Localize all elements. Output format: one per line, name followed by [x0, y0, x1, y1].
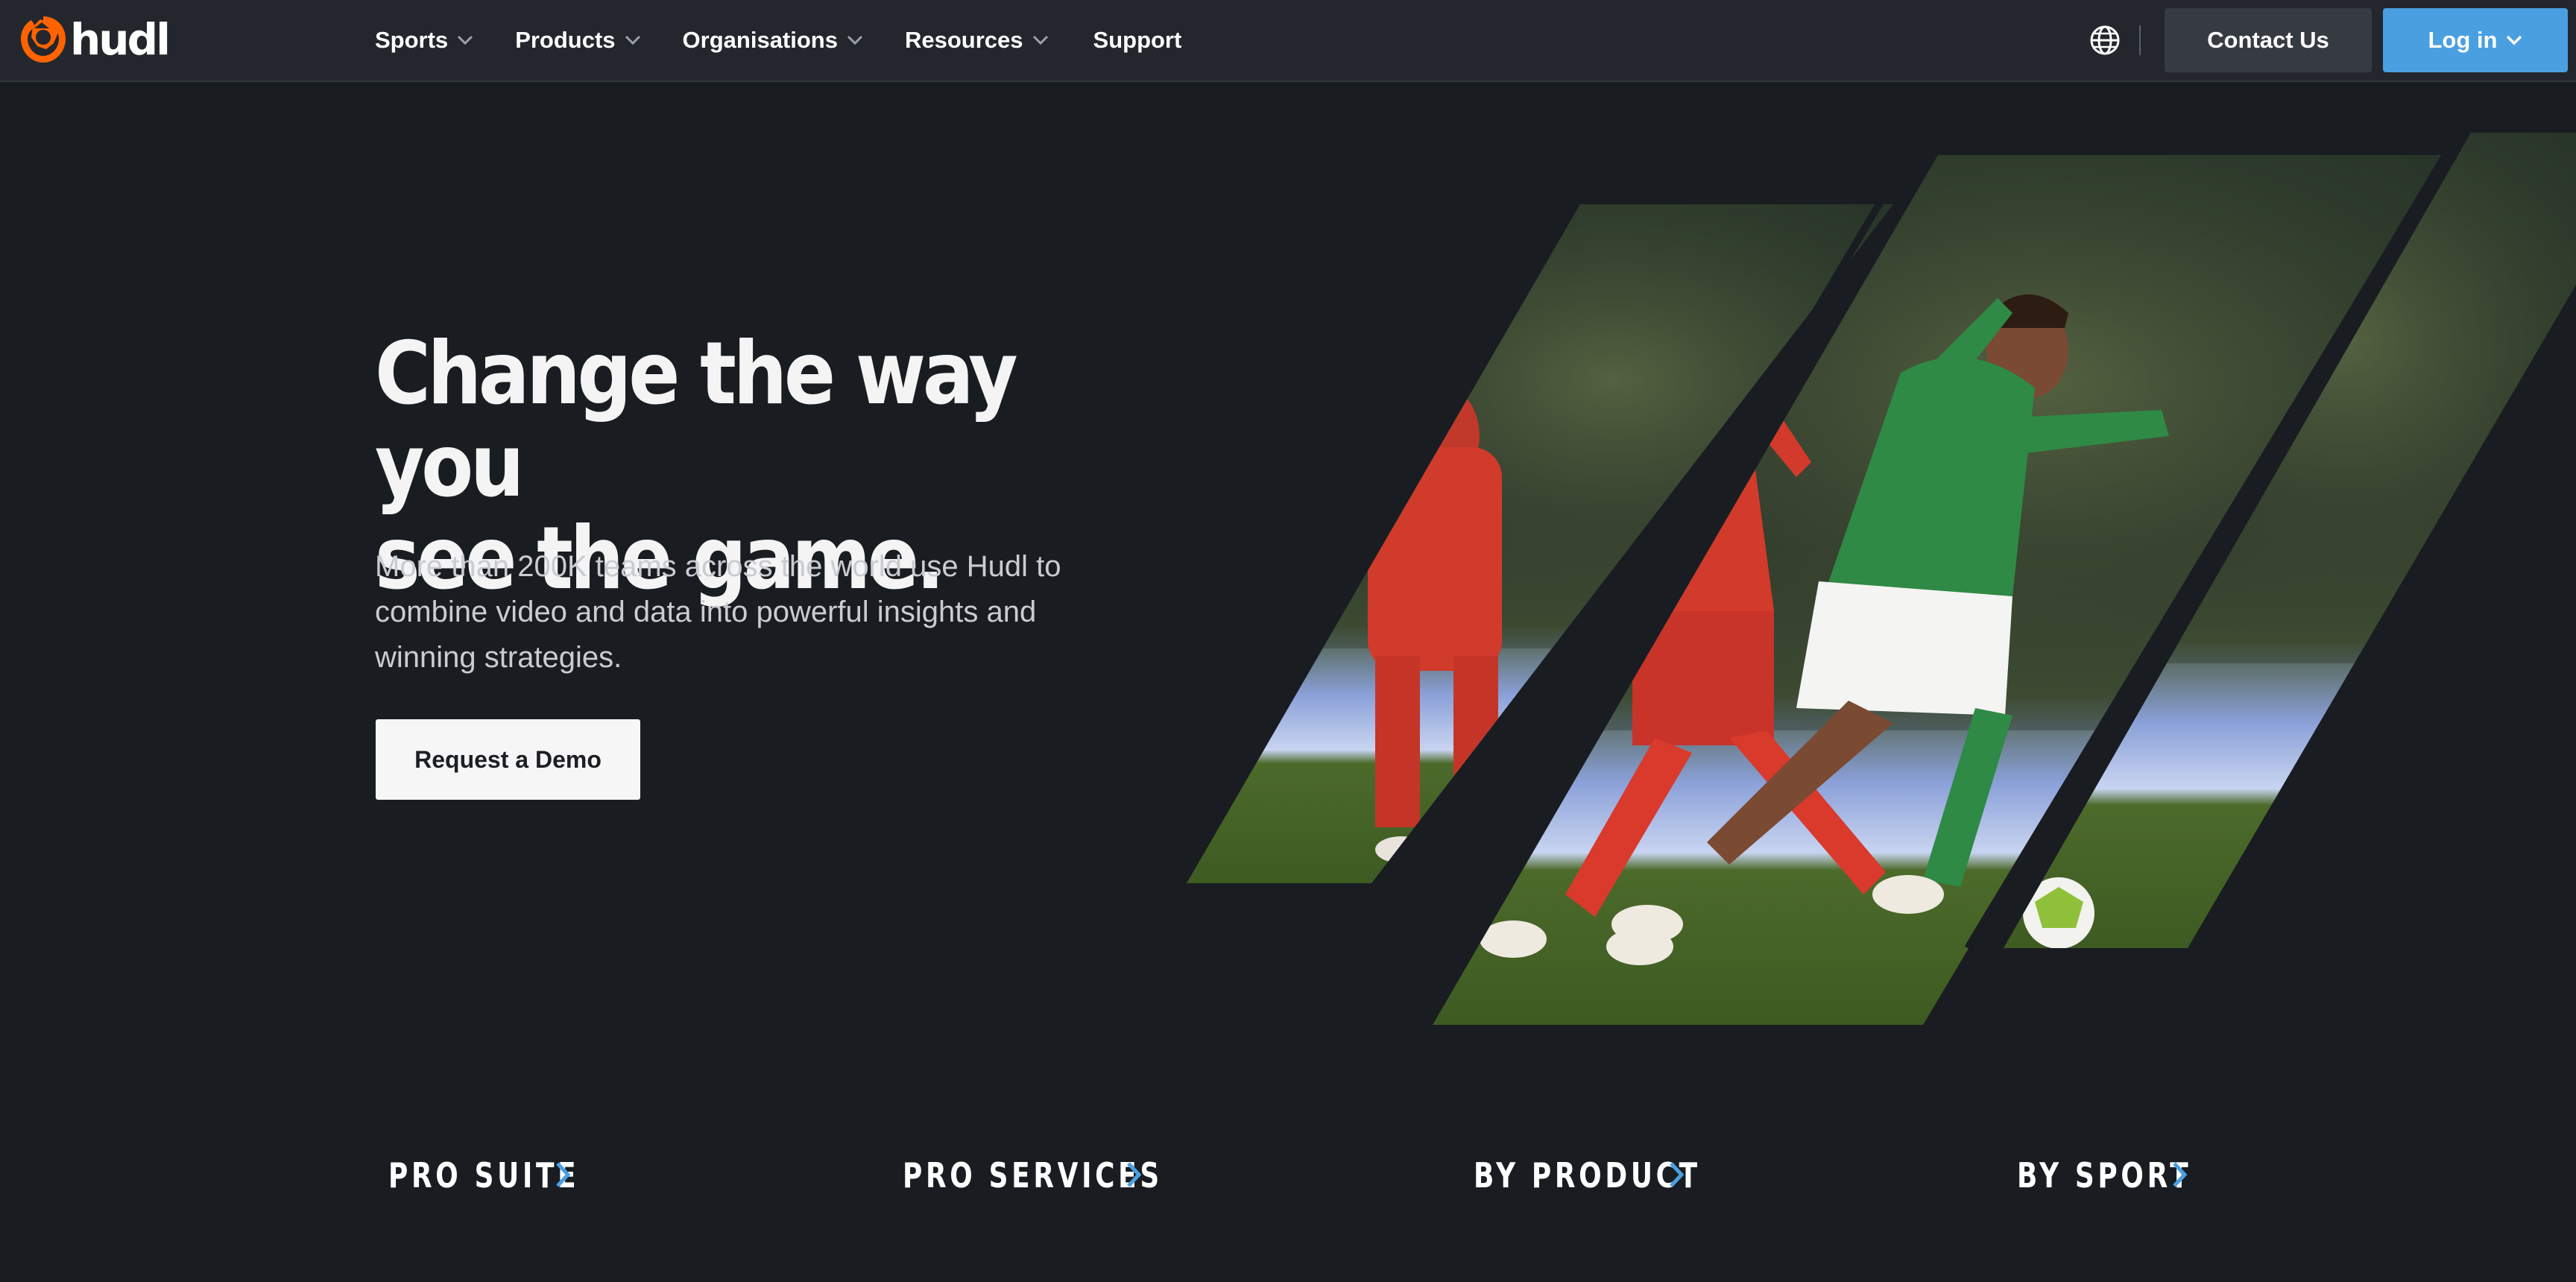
hero-subtitle: More than 200K teams across the world us… [375, 550, 1061, 674]
chevron-down-icon [2507, 35, 2522, 45]
chevron-right-icon [1670, 1162, 1685, 1187]
nav-divider [2139, 25, 2141, 55]
nav-item-sports[interactable]: Sports [375, 27, 473, 54]
hudl-wordmark: hudl [70, 14, 171, 65]
top-navbar: hudl Sports Products Organisations Resou… [0, 0, 2576, 82]
nav-item-resources[interactable]: Resources [905, 27, 1049, 54]
request-demo-label: Request a Demo [414, 745, 602, 773]
hero-title-line-1: Change the way you [375, 323, 1018, 517]
language-selector[interactable] [2089, 24, 2121, 57]
chevron-right-icon [2173, 1162, 2188, 1187]
category-label: BY PRODUCT [1474, 1155, 1701, 1196]
category-link-by-sport[interactable]: BY SPORT [2017, 1152, 2241, 1199]
category-link-pro-suite[interactable]: PRO SUITE [388, 1152, 634, 1199]
chevron-right-icon [1127, 1162, 1142, 1187]
main-nav: Sports Products Organisations Resources … [375, 0, 1181, 80]
request-demo-button[interactable]: Request a Demo [376, 719, 640, 800]
chevron-right-icon [556, 1162, 571, 1187]
nav-item-label: Resources [904, 27, 1023, 53]
nav-item-label: Sports [375, 27, 449, 53]
chevron-down-icon [625, 35, 640, 45]
nav-item-label: Organisations [682, 27, 838, 53]
contact-us-label: Contact Us [2207, 27, 2329, 53]
chevron-down-icon [1032, 35, 1048, 45]
hudl-logo-icon [21, 16, 66, 63]
hudl-logo[interactable]: hudl [19, 13, 171, 66]
nav-item-products[interactable]: Products [515, 27, 640, 54]
category-link-pro-services[interactable]: PRO SERVICES [903, 1152, 1236, 1199]
chevron-down-icon [458, 35, 473, 45]
nav-item-label: Support [1093, 27, 1182, 53]
log-in-label: Log in [2428, 27, 2498, 53]
globe-icon [2090, 25, 2120, 55]
log-in-button[interactable]: Log in [2383, 8, 2568, 72]
category-label: PRO SERVICES [903, 1155, 1163, 1196]
category-link-by-product[interactable]: BY PRODUCT [1474, 1152, 1765, 1199]
nav-item-organisations[interactable]: Organisations [683, 27, 863, 54]
chevron-down-icon [847, 35, 863, 45]
category-label: PRO SUITE [388, 1155, 580, 1196]
category-label: BY SPORT [2017, 1155, 2192, 1196]
contact-us-button[interactable]: Contact Us [2165, 8, 2372, 72]
nav-item-support[interactable]: Support [1093, 27, 1182, 54]
nav-item-label: Products [515, 27, 616, 53]
